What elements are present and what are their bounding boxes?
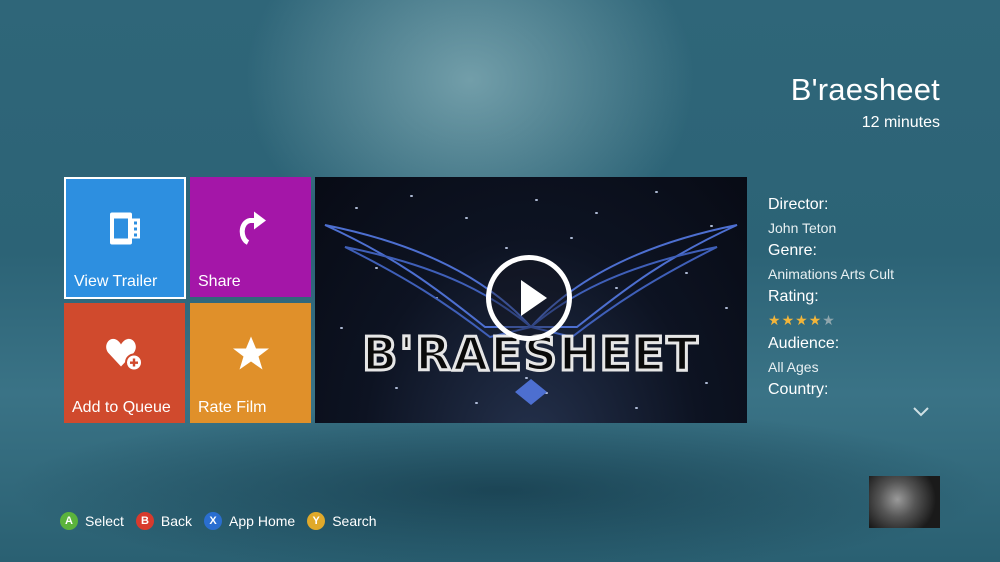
rating-star-icon: ★ (822, 312, 836, 328)
star-icon (232, 335, 270, 376)
chevron-down-icon[interactable] (913, 404, 929, 422)
rate-film-tile[interactable]: Rate Film (190, 303, 311, 423)
rating-label: Rating: (768, 288, 819, 305)
hint-back-label: Back (160, 513, 193, 529)
rating-star-icon: ★ (781, 312, 796, 328)
rating-star-icon: ★ (795, 312, 809, 328)
play-button[interactable] (486, 255, 572, 341)
trailer-preview[interactable]: B'RAESHEET (315, 177, 747, 423)
duration-text: 12 minutes (861, 114, 940, 131)
controller-hints: A Select B Back X App Home Y Search (60, 512, 389, 530)
rate-film-label: Rate Film (198, 399, 267, 416)
rating-star-icon: ★ (808, 312, 823, 328)
details-panel: Director: John Teton Genre: Animations A… (768, 196, 968, 410)
share-arrow-icon (234, 208, 268, 251)
hint-app-home[interactable]: X App Home (204, 512, 295, 530)
page-title: B'raesheet (790, 72, 940, 107)
genre-label: Genre: (768, 242, 817, 259)
share-label: Share (198, 273, 241, 290)
a-button-icon: A (60, 512, 78, 530)
hint-search-label: Search (332, 513, 377, 529)
hint-back[interactable]: B Back (135, 512, 193, 530)
hint-search[interactable]: Y Search (307, 512, 377, 530)
rating-stars: ★★★★★ (768, 312, 968, 329)
country-label: Country: (768, 381, 829, 398)
play-icon (519, 278, 549, 323)
director-label: Director: (768, 196, 829, 213)
b-button-icon: B (135, 512, 154, 530)
director-value: John Teton (768, 220, 837, 236)
audience-value: All Ages (768, 359, 819, 375)
heart-plus-icon (105, 334, 145, 377)
add-to-queue-tile[interactable]: Add to Queue (64, 303, 185, 423)
avatar[interactable] (869, 476, 940, 528)
share-tile[interactable]: Share (190, 177, 311, 297)
x-button-icon: X (204, 512, 223, 530)
add-to-queue-label: Add to Queue (72, 399, 171, 416)
hint-select[interactable]: A Select (60, 512, 124, 530)
rating-star-icon: ★ (768, 312, 782, 328)
genre-value: Animations Arts Cult (768, 266, 895, 282)
title-block: B'raesheet 12 minutes (791, 72, 940, 132)
hint-select-label: Select (85, 513, 124, 529)
audience-label: Audience: (768, 335, 840, 352)
hint-app-home-label: App Home (229, 513, 296, 529)
view-trailer-label: View Trailer (74, 273, 158, 290)
y-button-icon: Y (307, 512, 326, 530)
film-reel-icon (108, 210, 142, 251)
view-trailer-tile[interactable]: View Trailer (64, 177, 186, 299)
